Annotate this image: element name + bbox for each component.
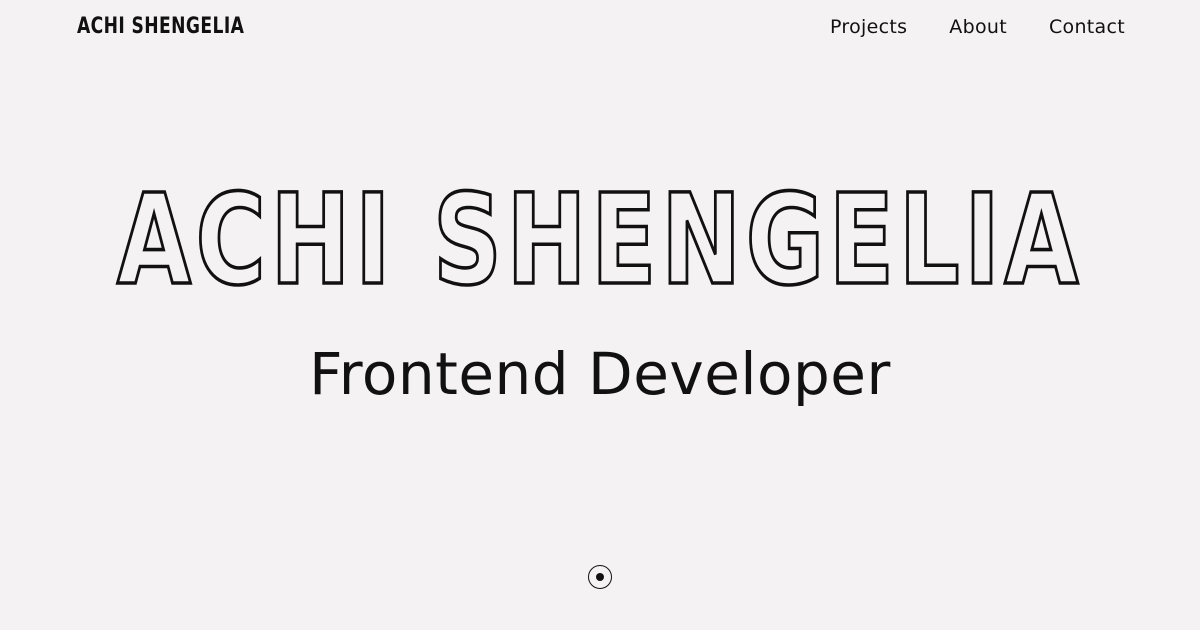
scroll-dot: [596, 573, 604, 581]
site-header: ACHI SHENGELIA Projects About Contact: [0, 0, 1200, 56]
nav-link-about[interactable]: About: [949, 16, 1007, 38]
main-nav: Projects About Contact: [830, 16, 1125, 38]
page: ACHI SHENGELIA Projects About Contact AC…: [0, 0, 1200, 630]
nav-link-projects[interactable]: Projects: [830, 16, 907, 38]
logo-link[interactable]: ACHI SHENGELIA: [77, 14, 244, 39]
hero-title: ACHI SHENGELIA: [117, 170, 1083, 300]
scroll-down-indicator-icon[interactable]: [588, 565, 612, 589]
nav-link-contact[interactable]: Contact: [1049, 16, 1125, 38]
hero-subtitle: Frontend Developer: [309, 340, 891, 408]
hero-title-graphic: ACHI SHENGELIA: [115, 170, 1083, 300]
hero-section: ACHI SHENGELIA: [0, 170, 1200, 300]
